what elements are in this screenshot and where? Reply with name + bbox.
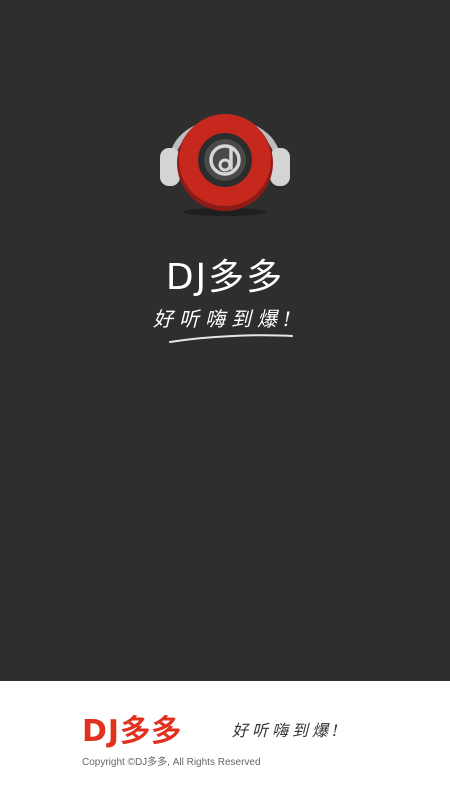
headphones-logo-icon [150, 88, 300, 220]
splash-background: DJ多多 好听嗨到爆! [0, 0, 450, 681]
footer-slogan: 好听嗨到爆! [232, 721, 343, 740]
slogan-underline-decoration [168, 330, 294, 346]
app-title: DJ多多 [165, 257, 285, 298]
splash-screen: DJ多多 好听嗨到爆! DJ多多 好听嗨到爆! Copyright ©DJ多多,… [0, 0, 450, 800]
footer: DJ多多 好听嗨到爆! Copyright ©DJ多多, All Rights … [0, 681, 450, 800]
footer-brand-logo: DJ多多 [82, 714, 183, 749]
app-slogan: 好听嗨到爆! [152, 307, 298, 331]
copyright-text: Copyright ©DJ多多, All Rights Reserved [82, 757, 261, 768]
